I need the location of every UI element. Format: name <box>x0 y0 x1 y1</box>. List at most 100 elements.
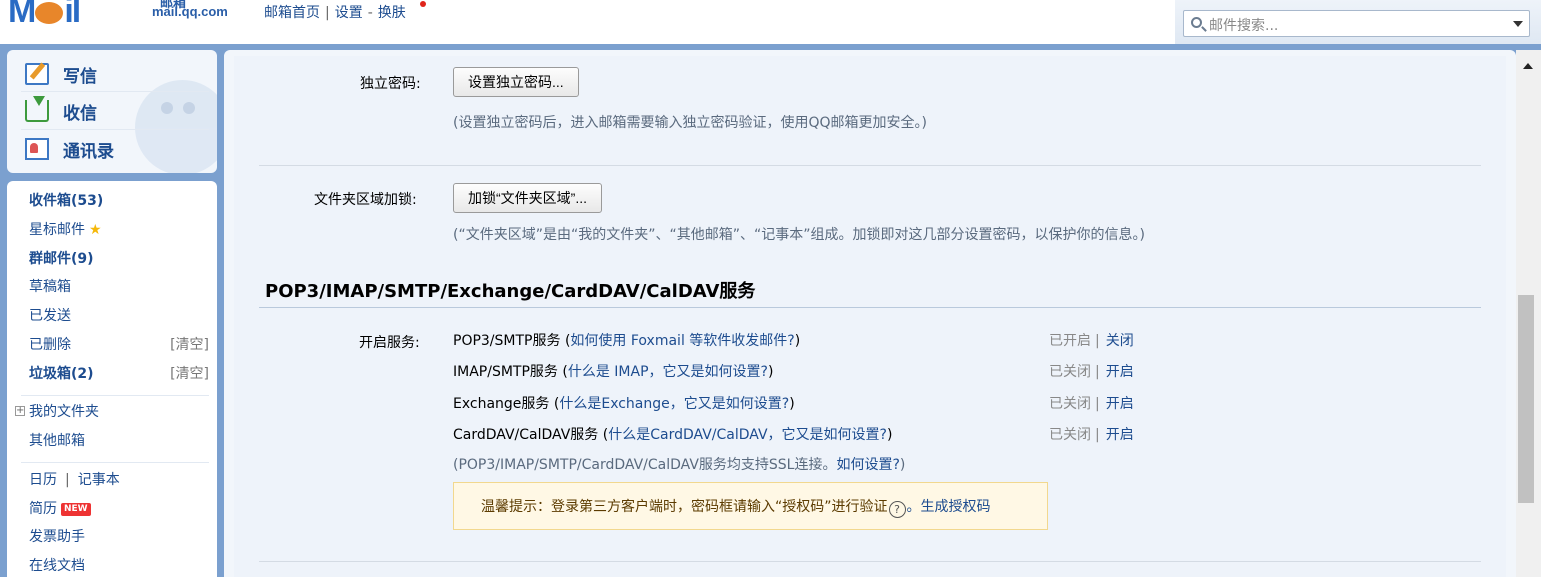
service-imap-smtp: IMAP/SMTP服务 (什么是 IMAP，它又是如何设置?) <box>453 364 774 380</box>
ssl-note-text: (POP3/IMAP/SMTP/CardDAV/CalDAV服务均支持SSL连接… <box>453 457 837 473</box>
search-dropdown-icon[interactable] <box>1513 21 1523 27</box>
calendar-notes-row: 日历 | 记事本 <box>29 472 120 488</box>
scrollbar[interactable] <box>1516 50 1541 577</box>
set-independent-password-button[interactable]: 设置独立密码... <box>453 67 579 97</box>
service-help-link[interactable]: 什么是 IMAP，它又是如何设置? <box>568 364 768 380</box>
contacts-label: 通讯录 <box>63 141 114 162</box>
sidebar-item-notes[interactable]: 记事本 <box>78 472 120 488</box>
receive-mail-button[interactable]: 收信 <box>25 96 97 126</box>
notification-dot <box>420 1 426 7</box>
status-text: 已关闭 <box>1049 427 1091 443</box>
sidebar-item-invoice[interactable]: 发票助手 <box>29 526 209 548</box>
search-placeholder: 邮件搜索... <box>1209 18 1279 34</box>
my-folders-label: 我的文件夹 <box>29 404 99 420</box>
independent-password-hint: (设置独立密码后，进入邮箱需要输入独立密码验证，使用QQ邮箱更加安全。) <box>453 115 927 131</box>
spam-label: 垃圾箱(2) <box>29 366 94 382</box>
service-status: 已关闭 | 开启 <box>1049 427 1134 443</box>
tip-text: 温馨提示：登录第三方客户端时，密码框请输入“授权码”进行验证 <box>481 499 888 515</box>
sidebar-item-online-docs[interactable]: 在线文档 <box>29 555 209 577</box>
independent-password-label: 独立密码: <box>360 76 421 92</box>
group-mail-label: 群邮件(9) <box>29 251 94 267</box>
enable-service-label: 开启服务: <box>359 335 420 351</box>
enable-exchange-link[interactable]: 开启 <box>1106 396 1134 412</box>
section-divider <box>259 307 1481 308</box>
sidebar-item-starred[interactable]: 星标邮件 ★ <box>29 219 209 241</box>
enable-imap-link[interactable]: 开启 <box>1106 364 1134 380</box>
status-text: 已开启 <box>1049 333 1091 349</box>
search-icon <box>1191 17 1202 28</box>
sidebar-item-inbox[interactable]: 收件箱(53) <box>29 190 209 212</box>
sidebar-item-sent[interactable]: 已发送 <box>29 305 209 327</box>
service-name: CardDAV/CalDAV服务 <box>453 427 599 443</box>
sidebar-item-deleted[interactable]: 已删除 [清空] <box>29 334 209 356</box>
service-name: IMAP/SMTP服务 <box>453 364 558 380</box>
generate-auth-code-link[interactable]: 。生成授权码 <box>907 499 991 515</box>
drafts-label: 草稿箱 <box>29 279 71 295</box>
service-status: 已开启 | 关闭 <box>1049 333 1134 349</box>
status-text: 已关闭 <box>1049 396 1091 412</box>
sidebar-item-spam[interactable]: 垃圾箱(2) [清空] <box>29 363 209 385</box>
qq-mail-logo[interactable]: Mil <box>8 0 81 30</box>
status-text: 已关闭 <box>1049 364 1091 380</box>
empty-deleted-link[interactable]: [清空] <box>170 334 209 356</box>
sent-label: 已发送 <box>29 308 71 324</box>
service-exchange: Exchange服务 (什么是Exchange，它又是如何设置?) <box>453 396 795 412</box>
sidebar-item-my-folders[interactable]: + 我的文件夹 <box>15 401 209 423</box>
divider <box>21 129 209 130</box>
other-mail-label: 其他邮箱 <box>29 433 85 449</box>
sidebar-item-other-mail[interactable]: 其他邮箱 <box>29 430 209 452</box>
service-help-link[interactable]: 什么是Exchange，它又是如何设置? <box>559 396 789 412</box>
resume-label: 简历 <box>29 501 57 517</box>
disable-pop3-link[interactable]: 关闭 <box>1106 333 1134 349</box>
expand-plus-icon[interactable]: + <box>15 406 25 416</box>
top-nav: 邮箱首页 | 设置 - 换肤 <box>264 5 406 21</box>
logo-url: mail.qq.com <box>152 4 228 19</box>
ssl-note: (POP3/IMAP/SMTP/CardDAV/CalDAV服务均支持SSL连接… <box>453 457 906 473</box>
top-header: Mil 邮箱 mail.qq.com 邮箱首页 | 设置 - 换肤 邮件搜索... <box>0 0 1541 44</box>
sidebar-item-resume[interactable]: 简历 NEW <box>29 498 209 520</box>
nav-mail-home[interactable]: 邮箱首页 <box>264 5 320 21</box>
star-icon: ★ <box>89 222 102 238</box>
receive-label: 收信 <box>63 103 97 124</box>
sidebar-item-calendar[interactable]: 日历 <box>29 472 57 488</box>
sidebar-folders-panel: 收件箱(53) 星标邮件 ★ 群邮件(9) 草稿箱 已发送 已删除 [清空] 垃圾箱… <box>7 181 217 577</box>
inbox-download-icon <box>25 96 49 122</box>
scroll-up-icon[interactable] <box>1523 63 1533 69</box>
service-carddav-caldav: CardDAV/CalDAV服务 (什么是CardDAV/CalDAV，它又是如… <box>453 427 893 443</box>
sidebar-item-group-mail[interactable]: 群邮件(9) <box>29 248 209 270</box>
compose-icon <box>25 63 49 85</box>
divider <box>259 165 1481 166</box>
divider <box>259 561 1481 562</box>
section-title: POP3/IMAP/SMTP/Exchange/CardDAV/CalDAV服务 <box>265 281 756 302</box>
online-docs-label: 在线文档 <box>29 558 85 574</box>
sidebar-quick-panel: 写信 收信 通讯录 <box>7 50 217 173</box>
compose-label: 写信 <box>63 66 97 87</box>
service-help-link[interactable]: 如何使用 Foxmail 等软件收发邮件? <box>570 333 794 349</box>
scrollbar-thumb[interactable] <box>1518 295 1534 503</box>
penguin-watermark-icon <box>135 80 217 173</box>
service-name: POP3/SMTP服务 <box>453 333 561 349</box>
service-status: 已关闭 | 开启 <box>1049 364 1134 380</box>
lock-folder-area-button[interactable]: 加锁“文件夹区域”... <box>453 183 602 213</box>
help-question-icon[interactable]: ? <box>888 501 906 518</box>
service-name: Exchange服务 <box>453 396 550 412</box>
search-area: 邮件搜索... <box>1175 0 1541 44</box>
folder-lock-label: 文件夹区域加锁: <box>314 192 417 208</box>
enable-carddav-link[interactable]: 开启 <box>1106 427 1134 443</box>
empty-spam-link[interactable]: [清空] <box>170 363 209 385</box>
sidebar-item-drafts[interactable]: 草稿箱 <box>29 276 209 298</box>
ssl-how-to-link[interactable]: 如何设置? <box>836 457 899 473</box>
contacts-button[interactable]: 通讯录 <box>25 134 114 164</box>
service-status: 已关闭 | 开启 <box>1049 396 1134 412</box>
inbox-label: 收件箱(53) <box>29 193 104 209</box>
compose-button[interactable]: 写信 <box>25 59 97 89</box>
nav-settings[interactable]: 设置 <box>335 5 363 21</box>
service-help-link[interactable]: 什么是CardDAV/CalDAV，它又是如何设置? <box>608 427 887 443</box>
new-badge: NEW <box>61 503 91 516</box>
nav-skin[interactable]: 换肤 <box>378 5 406 21</box>
service-pop3-smtp: POP3/SMTP服务 (如何使用 Foxmail 等软件收发邮件?) <box>453 333 801 349</box>
contacts-icon <box>25 138 49 160</box>
divider <box>21 395 209 396</box>
starred-label: 星标邮件 <box>29 222 85 238</box>
search-input[interactable]: 邮件搜索... <box>1183 10 1530 37</box>
